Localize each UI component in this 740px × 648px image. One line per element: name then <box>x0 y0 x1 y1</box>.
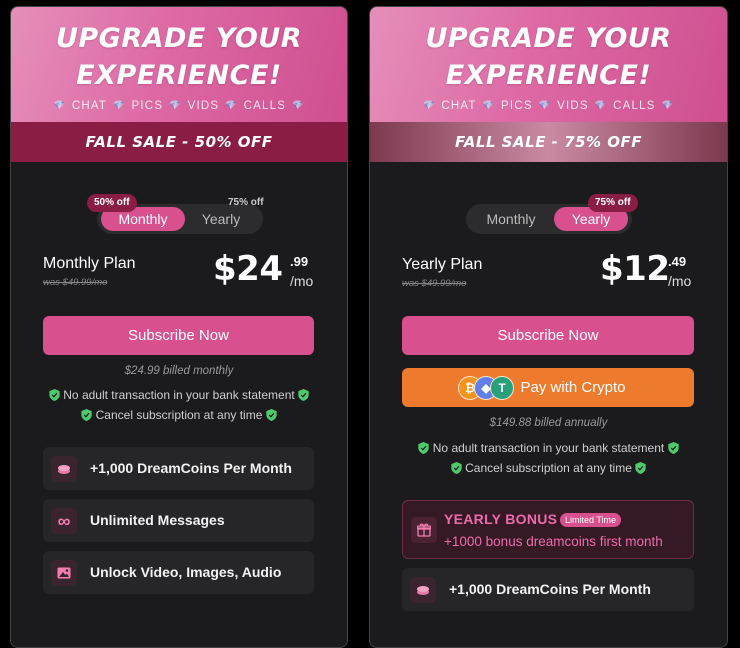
shield-check-icon <box>418 442 430 454</box>
feature-calls: CALLS <box>613 100 656 112</box>
pay-with-crypto-button[interactable]: ₿ ◆ T Pay with Crypto <box>402 368 694 407</box>
price-cents: .99 <box>290 254 309 269</box>
shield-check-icon <box>635 462 646 474</box>
diamond-icon: 💎 <box>292 100 305 110</box>
hero-banner: UPGRADE YOUR EXPERIENCE! 💎 CHAT 💎 PICS 💎… <box>11 7 347 122</box>
sale-banner: FALL SALE - 75% OFF <box>370 122 727 162</box>
hero-banner: UPGRADE YOUR EXPERIENCE! 💎 CHAT 💎 PICS 💎… <box>370 7 727 122</box>
shield-check-icon <box>451 462 462 474</box>
yearly-bonus-box: YEARLY BONUS Limited Time +1000 bonus dr… <box>402 500 694 559</box>
hero-title: UPGRADE YOUR EXPERIENCE! <box>55 23 303 91</box>
limited-time-badge: Limited Time <box>560 513 622 527</box>
benefit-cancel: Cancel subscription at any time <box>370 461 727 475</box>
hero-feature-list: 💎 CHAT 💎 PICS 💎 VIDS 💎 CALLS 💎 <box>11 100 347 112</box>
diamond-icon: 💎 <box>113 100 126 110</box>
diamond-icon: 💎 <box>422 100 436 110</box>
feature-label: Unlimited Messages <box>90 512 225 528</box>
feature-item-dreamcoins: +1,000 DreamCoins Per Month <box>402 568 694 611</box>
feature-label: +1,000 DreamCoins Per Month <box>90 460 292 476</box>
feature-label: +1,000 DreamCoins Per Month <box>449 581 651 597</box>
coins-icon <box>51 456 77 482</box>
shield-check-icon <box>266 409 277 421</box>
original-price: was $49.99/mo <box>43 277 108 288</box>
diamond-icon: 💎 <box>538 100 552 110</box>
feature-item-messages: ∞ Unlimited Messages <box>43 499 314 542</box>
yearly-plan-card: UPGRADE YOUR EXPERIENCE! 💎 CHAT 💎 PICS 💎… <box>369 6 728 648</box>
benefit-cancel: Cancel subscription at any time <box>11 408 347 422</box>
diamond-icon: 💎 <box>594 100 608 110</box>
feature-calls: CALLS <box>243 100 287 112</box>
hero-feature-list: 💎 CHAT 💎 PICS 💎 VIDS 💎 CALLS 💎 <box>370 100 727 112</box>
feature-vids: VIDS <box>187 100 220 112</box>
original-price: was $49.99/mo <box>402 278 467 289</box>
shield-check-icon <box>81 409 92 421</box>
feature-label: Unlock Video, Images, Audio <box>90 564 282 580</box>
diamond-icon: 💎 <box>53 100 66 110</box>
price-dollars: $24 <box>213 249 283 289</box>
feature-chat: CHAT <box>441 100 477 112</box>
price-period: /mo <box>668 273 692 289</box>
diamond-icon: 💎 <box>225 100 238 110</box>
benefit-private: No adult transaction in your bank statem… <box>11 388 347 402</box>
feature-pics: PICS <box>501 100 533 112</box>
bonus-title: YEARLY BONUS <box>444 511 558 527</box>
price-period: /mo <box>290 273 314 289</box>
diamond-icon: 💎 <box>482 100 496 110</box>
shield-check-icon <box>49 389 60 401</box>
bonus-description: +1000 bonus dreamcoins first month <box>444 534 663 549</box>
image-icon <box>51 560 77 586</box>
billing-note: $24.99 billed monthly <box>124 365 234 377</box>
diamond-icon: 💎 <box>169 100 182 110</box>
shield-check-icon <box>667 442 679 454</box>
price-dollars: $12 <box>600 249 670 289</box>
gift-icon <box>411 517 437 543</box>
plan-name: Yearly Plan <box>402 256 483 273</box>
benefit-private: No adult transaction in your bank statem… <box>370 441 727 455</box>
feature-vids: VIDS <box>557 100 589 112</box>
shield-check-icon <box>298 389 309 401</box>
feature-chat: CHAT <box>71 100 108 112</box>
feature-pics: PICS <box>131 100 164 112</box>
crypto-icons: ₿ ◆ T <box>458 376 518 400</box>
subscribe-button[interactable]: Subscribe Now <box>43 316 314 355</box>
infinity-icon: ∞ <box>51 508 77 534</box>
feature-item-dreamcoins: +1,000 DreamCoins Per Month <box>43 447 314 490</box>
price-cents: .49 <box>668 254 687 269</box>
billing-note: $149.88 billed annually <box>489 417 608 429</box>
monthly-plan-card: UPGRADE YOUR EXPERIENCE! 💎 CHAT 💎 PICS 💎… <box>10 6 348 648</box>
sale-banner: FALL SALE - 50% OFF <box>11 122 347 162</box>
tab-monthly[interactable]: Monthly <box>470 207 552 231</box>
coins-icon <box>410 577 436 603</box>
discount-badge-yearly: 75% off <box>588 194 638 212</box>
discount-badge-yearly: 75% off <box>228 197 264 208</box>
diamond-icon: 💎 <box>661 100 675 110</box>
subscribe-button[interactable]: Subscribe Now <box>402 316 694 355</box>
tether-icon: T <box>490 376 514 400</box>
feature-item-media: Unlock Video, Images, Audio <box>43 551 314 594</box>
discount-badge-monthly: 50% off <box>87 194 137 212</box>
plan-name: Monthly Plan <box>43 255 136 272</box>
hero-title: UPGRADE YOUR EXPERIENCE! <box>425 23 672 91</box>
